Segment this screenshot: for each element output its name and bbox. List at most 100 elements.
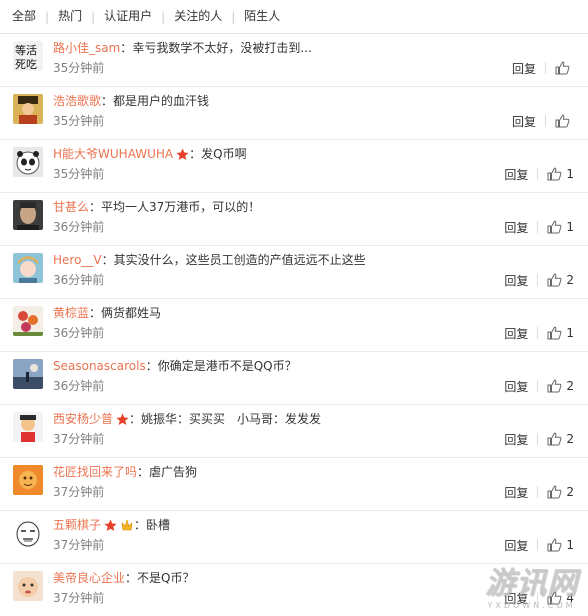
like-count: 2 xyxy=(566,379,574,393)
comment-row: 西安杨少普 ：姚振华：买买买 小马哥：发发发 37分钟前 回复 2 xyxy=(0,404,588,457)
reply-button[interactable]: 回复 xyxy=(504,219,528,236)
vip-crown-icon[interactable] xyxy=(120,519,134,536)
like-button[interactable]: 1 xyxy=(547,538,574,552)
reply-button[interactable]: 回复 xyxy=(512,60,536,77)
star-badge-icon[interactable] xyxy=(116,413,129,430)
comment-text: 虐广告狗 xyxy=(149,465,198,479)
tab-hot[interactable]: 热门 xyxy=(58,0,82,33)
comment-username[interactable]: 浩浩歌歌 xyxy=(53,94,101,108)
like-button[interactable]: 1 xyxy=(547,167,574,181)
like-button[interactable] xyxy=(555,61,574,75)
filter-tabs: 全部 | 热门 | 认证用户 | 关注的人 | 陌生人 xyxy=(0,0,588,33)
star-badge-icon[interactable] xyxy=(176,148,189,165)
meme-face-avatar[interactable] xyxy=(13,518,43,548)
colon-separator: ： xyxy=(89,200,102,214)
orange-avatar[interactable] xyxy=(13,465,43,495)
comment-line: Seasonascarols：你确定是港币不是QQ币？ xyxy=(53,358,297,374)
comment-actions: 回复 1 xyxy=(504,166,574,182)
reply-button[interactable]: 回复 xyxy=(504,378,528,395)
comment-username[interactable]: 西安杨少普 xyxy=(53,412,113,426)
comment-username[interactable]: Hero__V xyxy=(53,253,102,267)
reply-button[interactable]: 回复 xyxy=(504,590,528,607)
like-button[interactable] xyxy=(555,114,574,128)
comment-line: H能大爷WUHAWUHA ：发Q币啊 xyxy=(53,146,247,165)
flower-avatar[interactable] xyxy=(13,306,43,336)
tab-divider: | xyxy=(91,9,96,24)
comment-row: 等活 死吃 路小佳_sam：幸亏我数学不太好，没被打击到... 35分钟前 回复 xyxy=(0,33,588,86)
tab-divider: | xyxy=(231,9,236,24)
action-divider xyxy=(537,168,539,180)
action-divider xyxy=(537,380,539,392)
reply-button[interactable]: 回复 xyxy=(504,431,528,448)
comment-username[interactable]: H能大爷WUHAWUHA xyxy=(53,147,173,161)
reply-button[interactable]: 回复 xyxy=(504,537,528,554)
like-button[interactable]: 2 xyxy=(547,379,574,393)
emperor-avatar[interactable] xyxy=(13,94,43,124)
tab-all[interactable]: 全部 xyxy=(12,0,36,33)
landscape-avatar[interactable] xyxy=(13,359,43,389)
comment-timestamp: 36分钟前 xyxy=(53,379,105,393)
comment-username[interactable]: 美帝良心企业 xyxy=(53,571,125,585)
comment-text: 卧槽 xyxy=(146,518,171,532)
comment-username[interactable]: 五颗棋子 xyxy=(53,518,101,532)
comment-timestamp: 36分钟前 xyxy=(53,273,105,287)
text-avatar[interactable]: 等活 死吃 xyxy=(13,41,43,71)
action-divider xyxy=(537,592,539,604)
comment-row: Seasonascarols：你确定是港币不是QQ币？ 36分钟前 回复 2 xyxy=(0,351,588,404)
panda-avatar[interactable] xyxy=(13,147,43,177)
reply-button[interactable]: 回复 xyxy=(504,325,528,342)
tab-strangers[interactable]: 陌生人 xyxy=(244,0,280,33)
comment-actions: 回复 1 xyxy=(504,325,574,341)
like-count: 4 xyxy=(566,591,574,605)
comment-row: 花匠找回来了吗：虐广告狗 37分钟前 回复 2 xyxy=(0,457,588,510)
like-count: 1 xyxy=(566,167,574,181)
reply-button[interactable]: 回复 xyxy=(504,272,528,289)
thumbs-up-icon xyxy=(547,379,562,393)
action-divider xyxy=(537,433,539,445)
action-divider xyxy=(537,274,539,286)
star-badge-icon[interactable] xyxy=(104,519,117,536)
comment-line: 浩浩歌歌：都是用户的血汗钱 xyxy=(53,93,209,109)
svg-text:死吃: 死吃 xyxy=(15,58,37,71)
portrait-avatar[interactable] xyxy=(13,200,43,230)
comment-row: 浩浩歌歌：都是用户的血汗钱 35分钟前 回复 xyxy=(0,86,588,139)
like-button[interactable]: 2 xyxy=(547,432,574,446)
colon-separator: ： xyxy=(134,518,147,532)
like-count: 2 xyxy=(566,485,574,499)
like-button[interactable]: 2 xyxy=(547,485,574,499)
reply-button[interactable]: 回复 xyxy=(504,166,528,183)
comment-username[interactable]: 花匠找回来了吗 xyxy=(53,465,137,479)
anime-avatar[interactable] xyxy=(13,253,43,283)
thumbs-up-icon xyxy=(547,591,562,605)
tab-following[interactable]: 关注的人 xyxy=(174,0,222,33)
like-button[interactable]: 4 xyxy=(547,591,574,605)
comment-timestamp: 37分钟前 xyxy=(53,485,105,499)
like-button[interactable]: 1 xyxy=(547,220,574,234)
comment-actions: 回复 2 xyxy=(504,378,574,394)
cartoon-avatar[interactable] xyxy=(13,412,43,442)
tab-verified-users[interactable]: 认证用户 xyxy=(104,0,152,33)
comment-list: 等活 死吃 路小佳_sam：幸亏我数学不太好，没被打击到... 35分钟前 回复 浩浩歌歌… xyxy=(0,33,588,616)
comment-row: 黄棕蓝：俩货都姓马 36分钟前 回复 1 xyxy=(0,298,588,351)
reply-button[interactable]: 回复 xyxy=(504,484,528,501)
comment-text: 姚振华：买买买 小马哥：发发发 xyxy=(141,412,322,426)
thumbs-up-icon xyxy=(547,220,562,234)
baby-avatar[interactable] xyxy=(13,571,43,601)
comment-actions: 回复 1 xyxy=(504,537,574,553)
comment-row: 五颗棋子 ：卧槽 37分钟前 回复 1 xyxy=(0,510,588,563)
reply-button[interactable]: 回复 xyxy=(512,113,536,130)
comment-username[interactable]: 甘甚么 xyxy=(53,200,89,214)
colon-separator: ： xyxy=(145,359,158,373)
like-button[interactable]: 2 xyxy=(547,273,574,287)
like-count: 1 xyxy=(566,538,574,552)
comment-row: Hero__V：其实没什么，这些员工创造的产值远远不止这些 36分钟前 回复 2 xyxy=(0,245,588,298)
comment-username[interactable]: 路小佳_sam xyxy=(53,41,120,55)
like-button[interactable]: 1 xyxy=(547,326,574,340)
like-count: 2 xyxy=(566,273,574,287)
comment-timestamp: 35分钟前 xyxy=(53,167,105,181)
comment-timestamp: 37分钟前 xyxy=(53,432,105,446)
action-divider xyxy=(545,62,546,74)
comment-username[interactable]: 黄棕蓝 xyxy=(53,306,89,320)
comment-line: 甘甚么：平均一人37万港币，可以的！ xyxy=(53,199,260,215)
comment-username[interactable]: Seasonascarols xyxy=(53,359,146,373)
